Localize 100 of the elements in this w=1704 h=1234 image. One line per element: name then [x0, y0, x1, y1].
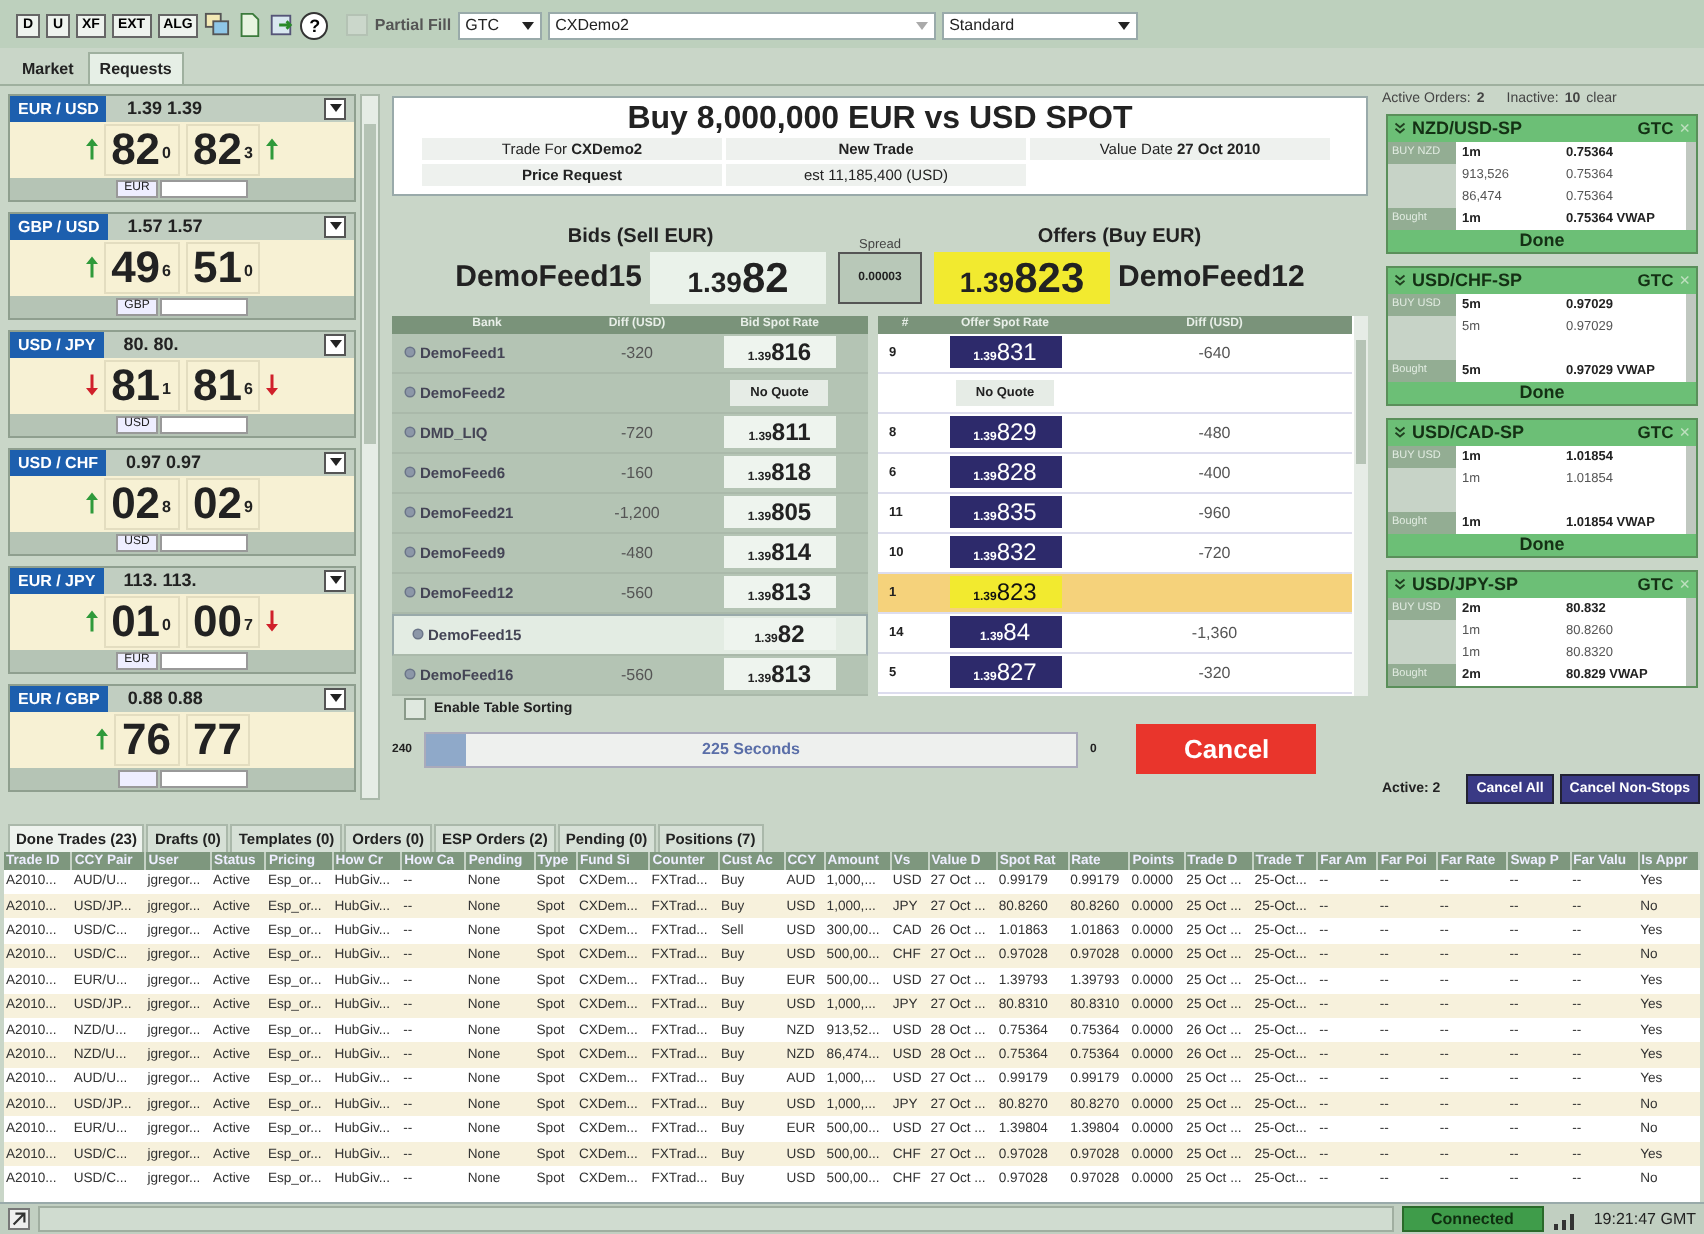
diff-value: -960 — [1196, 503, 1233, 522]
rate-figures: 0.88 0.88 — [125, 688, 205, 709]
ask-price[interactable]: 029 — [185, 477, 261, 530]
up-arrow-icon — [85, 254, 98, 281]
account-select[interactable]: CXDemo2 — [547, 11, 936, 40]
diff-value: -160 — [618, 463, 655, 482]
amount-field[interactable] — [159, 651, 248, 670]
bid-price[interactable]: 820 — [103, 123, 179, 176]
down-arrow-icon — [266, 372, 279, 399]
diff-value: -720 — [618, 423, 655, 442]
request-title: Buy 8,000,000 EUR vs USD SPOT — [625, 101, 1135, 138]
collapse-icon[interactable] — [1394, 578, 1406, 591]
ask-price[interactable]: 816 — [185, 359, 261, 412]
partial-fill-label: Partial Fill — [374, 16, 452, 35]
tab[interactable]: Requests — [87, 51, 184, 84]
up-arrow-icon — [85, 490, 98, 517]
diff-value: -400 — [1196, 463, 1233, 482]
up-arrow-icon — [85, 136, 98, 163]
best-offer-price[interactable]: 1.39823 — [934, 251, 1110, 304]
order-title: USD/JPY-SP — [1412, 574, 1521, 595]
best-offer-feed: DemoFeed12 — [1118, 260, 1305, 295]
signal-icon — [1551, 1209, 1580, 1230]
bid-price[interactable]: 028 — [103, 477, 179, 530]
bids-label: Bids (Sell EUR) — [567, 225, 714, 248]
dropdown-button[interactable] — [324, 451, 346, 474]
diff-value: -320 — [1196, 663, 1233, 682]
down-arrow-icon — [85, 372, 98, 399]
bid-price[interactable]: 010 — [103, 595, 179, 648]
amount-field[interactable] — [159, 533, 248, 552]
ask-price[interactable]: 510 — [185, 241, 261, 294]
order-title: USD/CAD-SP — [1412, 422, 1527, 443]
rate-figures: 0.97 0.97 — [124, 452, 204, 473]
bid-price[interactable]: 76 — [114, 713, 179, 766]
order-tif: GTC — [1637, 574, 1674, 595]
status-dot-icon — [404, 346, 416, 359]
order-title: USD/CHF-SP — [1412, 270, 1525, 291]
tab[interactable]: Market — [12, 53, 84, 84]
order-tif: GTC — [1637, 118, 1674, 139]
status-dot-icon — [404, 426, 416, 439]
up-arrow-icon — [266, 136, 279, 163]
ask-price[interactable]: 00 7 — [185, 595, 261, 648]
help-button[interactable]: ? — [300, 11, 329, 40]
rate-figures: 113. 113. — [121, 570, 199, 591]
dropdown-button[interactable] — [324, 97, 346, 120]
currency-pair[interactable]: EUR / USD — [10, 95, 107, 122]
rate-figures: 1.39 1.39 — [124, 98, 204, 119]
cancel-button[interactable]: Cancel — [1136, 724, 1317, 775]
diff-value: -320 — [618, 343, 655, 362]
status-dot-icon — [404, 668, 416, 681]
done-status: Done — [1517, 533, 1567, 556]
export-icon[interactable] — [268, 12, 295, 39]
scrollbar[interactable] — [1354, 315, 1368, 696]
status-dot-icon — [404, 466, 416, 479]
up-arrow-icon — [96, 726, 109, 753]
rate-figures: 1.57 1.57 — [125, 216, 205, 237]
sorting-checkbox[interactable] — [404, 698, 426, 721]
rate-figures: 80. 80. — [121, 334, 181, 355]
best-bid-feed: DemoFeed15 — [455, 260, 642, 295]
dropdown-button[interactable] — [324, 569, 346, 592]
dropdown-button[interactable] — [324, 215, 346, 238]
amount-field[interactable] — [159, 297, 248, 316]
diff-value: -1,360 — [1189, 623, 1240, 642]
down-arrow-icon — [266, 608, 279, 635]
document-icon[interactable] — [236, 12, 263, 39]
order-tif: GTC — [1637, 422, 1674, 443]
currency-pair[interactable]: USD / CHF — [10, 449, 106, 476]
diff-value: -560 — [618, 583, 655, 602]
diff-value: -480 — [618, 543, 655, 562]
bid-price[interactable]: 496 — [103, 241, 179, 294]
diff-value: -640 — [1196, 343, 1233, 362]
status-dot-icon — [412, 628, 424, 641]
clock-time: 19:21:47 GMT — [1591, 1210, 1696, 1229]
amount-field[interactable] — [159, 415, 248, 434]
ask-price[interactable]: 77 — [185, 713, 250, 766]
done-status: Done — [1517, 229, 1567, 252]
done-status: Done — [1517, 381, 1567, 404]
dropdown-button[interactable] — [324, 333, 346, 356]
status-dot-icon — [404, 546, 416, 559]
scrollbar[interactable] — [360, 93, 380, 800]
diff-value: -720 — [1196, 543, 1233, 562]
ask-price[interactable]: 823 — [185, 123, 261, 176]
diff-value: -480 — [1196, 423, 1233, 442]
status-dot-icon — [404, 386, 416, 399]
diff-value: -1,200 — [612, 503, 662, 522]
corner-arrow-icon[interactable] — [8, 1208, 30, 1231]
best-bid-price[interactable]: 1.3982 — [650, 251, 826, 304]
currency-pair[interactable]: USD / JPY — [10, 331, 104, 358]
mode-select[interactable]: Standard — [941, 11, 1138, 40]
tif-select[interactable]: GTC — [457, 11, 542, 40]
currency-pair[interactable]: EUR / GBP — [10, 685, 108, 712]
windows-icon[interactable] — [204, 12, 231, 39]
collapse-icon[interactable] — [1394, 122, 1406, 135]
bid-price[interactable]: 81 1 — [103, 359, 179, 412]
currency-pair[interactable]: EUR / JPY — [10, 567, 104, 594]
amount-field[interactable] — [159, 179, 248, 198]
collapse-icon[interactable] — [1394, 274, 1406, 287]
dropdown-button[interactable] — [324, 687, 346, 710]
amount-field[interactable] — [159, 769, 247, 788]
currency-pair[interactable]: GBP / USD — [10, 213, 108, 240]
collapse-icon[interactable] — [1394, 426, 1406, 439]
